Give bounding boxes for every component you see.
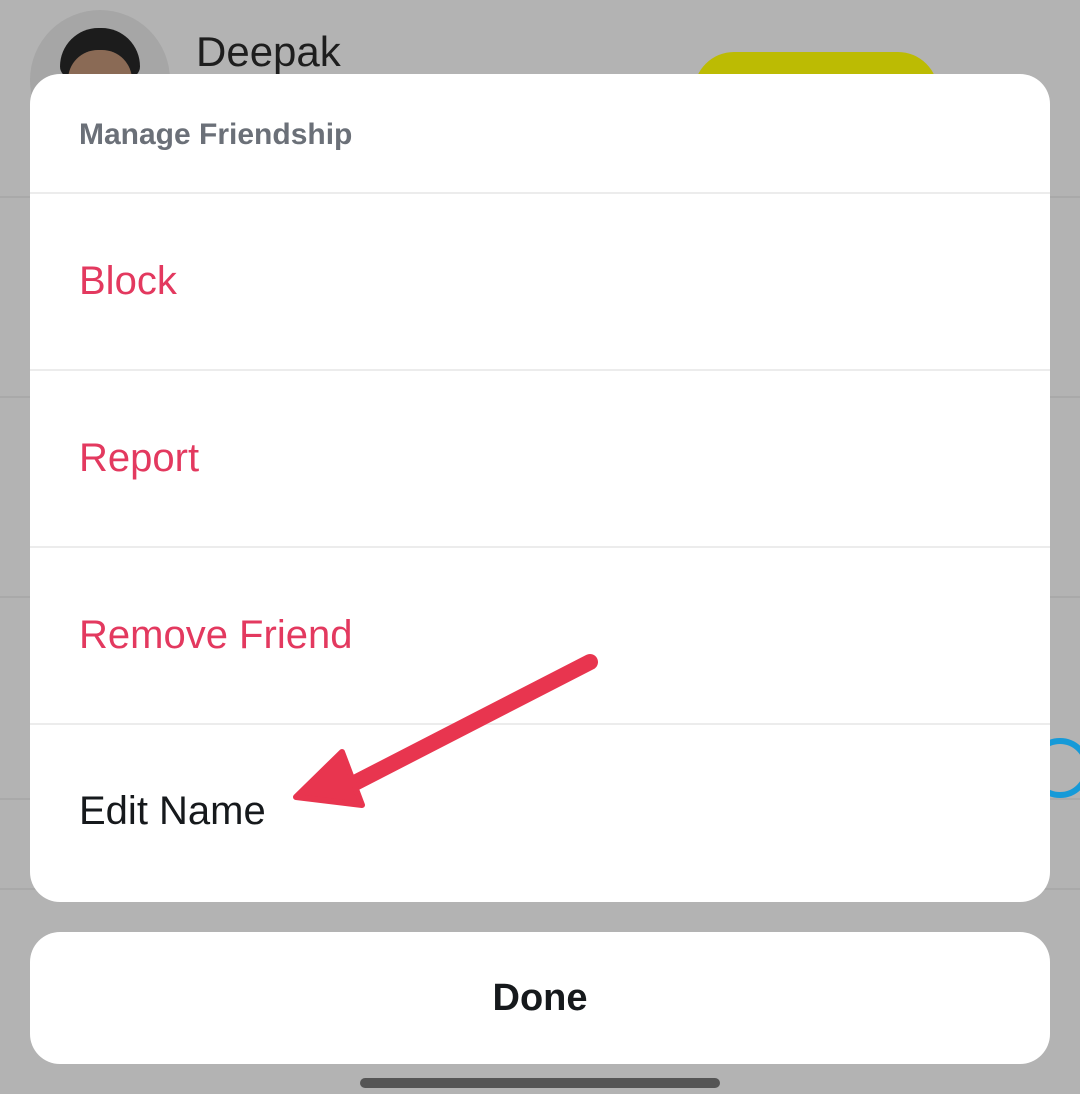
block-option[interactable]: Block	[30, 194, 1050, 371]
remove-friend-option[interactable]: Remove Friend	[30, 548, 1050, 725]
profile-name: Deepak	[196, 28, 341, 75]
done-button[interactable]: Done	[30, 932, 1050, 1064]
report-option[interactable]: Report	[30, 371, 1050, 548]
manage-friendship-sheet: Manage Friendship Block Report Remove Fr…	[30, 74, 1050, 902]
sheet-header: Manage Friendship	[30, 74, 1050, 194]
sheet-title: Manage Friendship	[79, 117, 353, 151]
edit-name-option[interactable]: Edit Name	[30, 725, 1050, 897]
home-indicator	[360, 1078, 720, 1088]
